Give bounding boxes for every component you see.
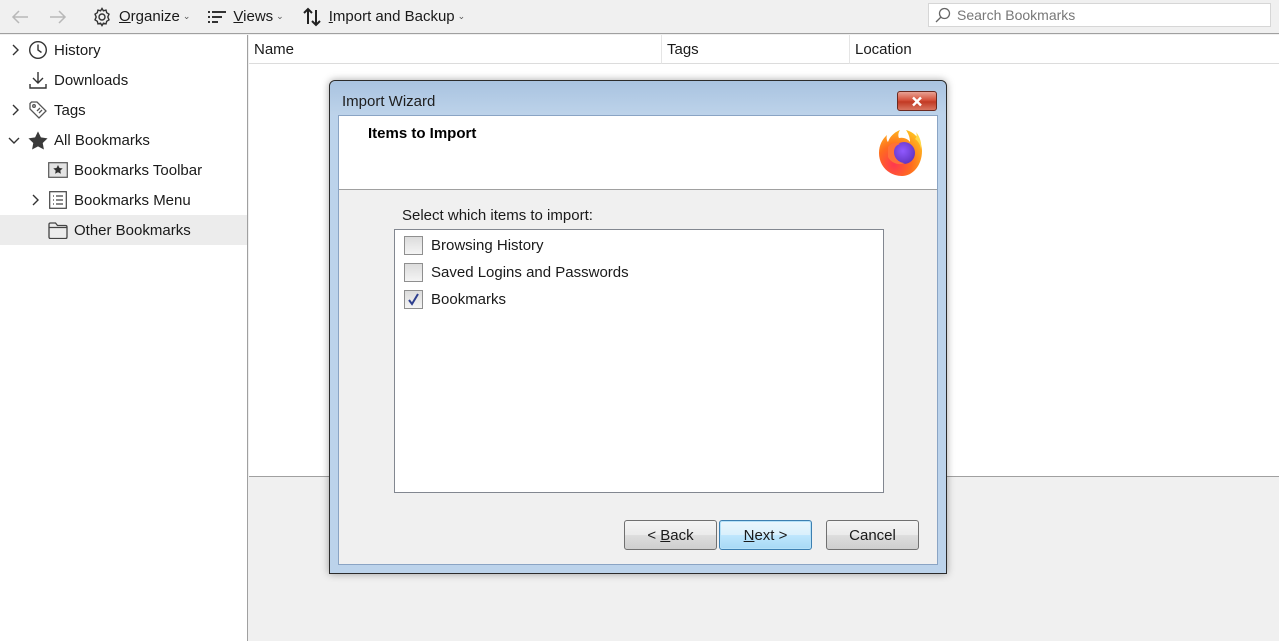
sidebar-item-label: Bookmarks Toolbar (74, 161, 203, 179)
dialog-title: Import Wizard (342, 93, 436, 110)
bookmarks-toolbar-icon (48, 160, 68, 180)
views-label: Views (233, 8, 274, 25)
list-lines-icon (208, 10, 227, 23)
next-button[interactable]: Next > (719, 520, 812, 550)
chevron-down-icon: ⌄ (182, 11, 191, 21)
chevron-right-icon[interactable] (9, 104, 21, 116)
sidebar-item-label: All Bookmarks (54, 131, 150, 149)
gear-icon (94, 6, 110, 27)
option-label: Browsing History (431, 236, 544, 254)
sidebar-item-label: Other Bookmarks (74, 221, 191, 239)
search-box[interactable] (928, 3, 1271, 27)
option-label: Saved Logins and Passwords (431, 263, 629, 281)
sidebar-item-label: Bookmarks Menu (74, 191, 191, 209)
firefox-logo-icon (879, 130, 922, 176)
chevron-right-icon[interactable] (9, 44, 21, 56)
views-button[interactable]: Views ⌄ (204, 3, 287, 31)
close-button[interactable] (897, 91, 937, 111)
option-saved-logins[interactable]: Saved Logins and Passwords (404, 261, 629, 283)
toolbar: Organize ⌄ Views ⌄ Import and Backup ⌄ (0, 0, 1279, 34)
folder-icon (48, 220, 68, 240)
cancel-button[interactable]: Cancel (826, 520, 919, 550)
sidebar-item-other-bookmarks[interactable]: Other Bookmarks (0, 215, 247, 245)
dialog-titlebar[interactable]: Import Wizard (330, 81, 946, 115)
library-window: Organize ⌄ Views ⌄ Import and Backup ⌄ S… (0, 0, 1279, 641)
checkbox-bookmarks[interactable] (404, 289, 423, 309)
checkbox-saved-logins[interactable] (404, 262, 423, 282)
column-header-tags[interactable]: Tags (661, 35, 849, 64)
import-export-arrows-icon (303, 7, 321, 26)
forward-button[interactable] (44, 3, 72, 31)
search-input[interactable] (957, 7, 1257, 23)
sidebar-item-all-bookmarks[interactable]: All Bookmarks (0, 125, 247, 155)
instruction-label: Select which items to import: (402, 207, 593, 224)
star-icon (28, 130, 48, 150)
chevron-right-icon[interactable] (29, 194, 41, 206)
option-browsing-history[interactable]: Browsing History (404, 234, 544, 256)
tag-icon (28, 100, 48, 120)
arrow-right-icon (50, 9, 67, 24)
sidebar-item-tags[interactable]: Tags (0, 95, 247, 125)
search-icon (935, 7, 951, 23)
wizard-page-heading: Items to Import (368, 125, 477, 142)
back-button[interactable] (6, 3, 34, 31)
checkbox-browsing-history[interactable] (404, 235, 423, 255)
column-header-name[interactable]: Name (249, 35, 661, 64)
import-backup-button[interactable]: Import and Backup ⌄ (298, 3, 469, 31)
sidebar-tree: History Downloads Tags All Bookmarks Boo… (0, 35, 248, 641)
sidebar-item-label: Tags (54, 101, 86, 119)
dialog-body: Items to Import Select which items to im… (338, 115, 938, 565)
sidebar-item-downloads[interactable]: Downloads (0, 65, 247, 95)
checkmark-icon (408, 292, 419, 306)
wizard-header: Items to Import (339, 116, 937, 190)
chevron-down-icon: ⌄ (276, 11, 284, 21)
arrow-left-icon (11, 9, 28, 24)
chevron-down-icon: ⌄ (457, 11, 466, 21)
bookmarks-menu-icon (48, 190, 68, 210)
download-icon (28, 70, 48, 90)
close-icon (912, 96, 922, 106)
column-header-location[interactable]: Location (849, 35, 1279, 64)
sidebar-item-history[interactable]: History (0, 35, 247, 65)
option-bookmarks[interactable]: Bookmarks (404, 288, 506, 310)
organize-button[interactable]: Organize ⌄ (88, 3, 194, 31)
organize-label: Organize (119, 8, 180, 25)
sidebar-item-bookmarks-toolbar[interactable]: Bookmarks Toolbar (0, 155, 247, 185)
back-button[interactable]: < Back (624, 520, 717, 550)
sidebar-item-label: Downloads (54, 71, 129, 89)
sidebar-item-label: History (54, 41, 101, 59)
import-items-list: Browsing History Saved Logins and Passwo… (394, 229, 884, 493)
chevron-down-icon[interactable] (8, 134, 20, 146)
import-backup-label: Import and Backup (328, 8, 455, 25)
clock-icon (28, 40, 48, 60)
sidebar-item-bookmarks-menu[interactable]: Bookmarks Menu (0, 185, 247, 215)
import-wizard-dialog: Import Wizard Items to Import Select whi… (329, 80, 947, 574)
option-label: Bookmarks (431, 290, 507, 308)
